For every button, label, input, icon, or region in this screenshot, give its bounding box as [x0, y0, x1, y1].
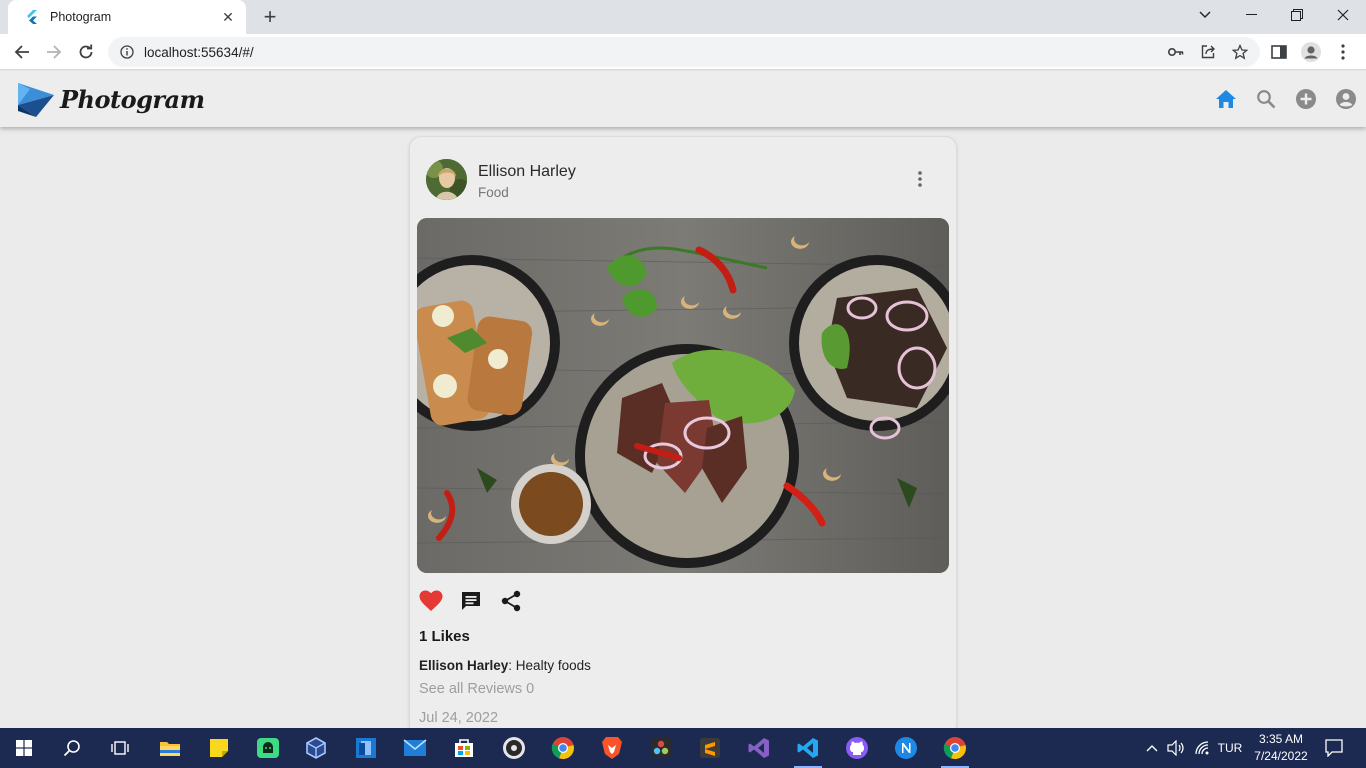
- show-hidden-icons-chevron-icon[interactable]: [1144, 738, 1160, 758]
- unity-hub-icon[interactable]: [346, 732, 386, 764]
- like-heart-icon[interactable]: [418, 588, 444, 614]
- file-explorer-icon[interactable]: [150, 732, 190, 764]
- brave-browser-icon[interactable]: [592, 732, 632, 764]
- windows-start-icon[interactable]: [4, 732, 44, 764]
- back-button[interactable]: [10, 40, 34, 64]
- more-options-icon[interactable]: [910, 167, 930, 191]
- address-bar[interactable]: localhost:55634/#/: [108, 37, 1260, 67]
- chrome-active-icon[interactable]: [935, 732, 975, 768]
- browser-tab[interactable]: Photogram ✕: [8, 0, 246, 34]
- profile-avatar-icon[interactable]: [1299, 40, 1323, 64]
- home-icon[interactable]: [1214, 87, 1238, 111]
- logo-text: Photogram: [60, 84, 205, 114]
- sticky-notes-icon[interactable]: [199, 732, 239, 764]
- volume-icon[interactable]: [1166, 738, 1186, 758]
- microsoft-store-icon[interactable]: [444, 732, 484, 764]
- close-window-button[interactable]: [1320, 0, 1366, 30]
- task-view-icon[interactable]: [100, 732, 140, 764]
- url-text: localhost:55634/#/: [144, 44, 254, 60]
- post-card: Ellison Harley Food 1 Likes Ellison Harl…: [409, 136, 957, 736]
- share-icon[interactable]: [1196, 37, 1220, 67]
- notion-n-icon[interactable]: [886, 732, 926, 764]
- visual-studio-icon[interactable]: [739, 732, 779, 764]
- android-emulator-icon[interactable]: [248, 732, 288, 764]
- post-author-name[interactable]: Ellison Harley: [478, 163, 576, 181]
- password-key-icon[interactable]: [1164, 37, 1188, 67]
- github-desktop-icon[interactable]: [837, 732, 877, 764]
- clock-date: 7/24/2022: [1254, 749, 1308, 763]
- windows-taskbar: TUR 3:35 AM 7/24/2022: [0, 728, 1366, 768]
- taskbar-search-icon[interactable]: [52, 732, 92, 764]
- tab-close-icon[interactable]: ✕: [220, 9, 236, 25]
- add-post-icon[interactable]: [1294, 87, 1318, 111]
- see-all-reviews-link[interactable]: See all Reviews 0: [419, 681, 534, 697]
- account-icon[interactable]: [1334, 87, 1358, 111]
- comment-icon[interactable]: [458, 588, 484, 614]
- browser-menu-icon[interactable]: [1331, 40, 1355, 64]
- new-tab-button[interactable]: +: [258, 6, 282, 28]
- tab-title: Photogram: [50, 10, 112, 24]
- input-language[interactable]: TUR: [1216, 738, 1244, 758]
- taskbar-clock[interactable]: 3:35 AM 7/24/2022: [1244, 731, 1318, 765]
- forward-button[interactable]: [42, 40, 66, 64]
- post-caption: Ellison Harley: Healty foods: [419, 658, 591, 673]
- virtualbox-icon[interactable]: [296, 732, 336, 764]
- tab-search-icon[interactable]: [1182, 0, 1228, 30]
- side-panel-icon[interactable]: [1267, 40, 1291, 64]
- caption-author[interactable]: Ellison Harley: [419, 658, 508, 673]
- caption-text: : Healty foods: [508, 658, 591, 673]
- app-bar: Photogram: [0, 71, 1366, 127]
- restore-button[interactable]: [1274, 0, 1320, 30]
- network-icon[interactable]: [1192, 738, 1212, 758]
- search-icon[interactable]: [1254, 87, 1278, 111]
- sublime-text-icon[interactable]: [690, 732, 730, 764]
- likes-count: 1 Likes: [419, 628, 470, 645]
- minimize-button[interactable]: [1228, 0, 1274, 30]
- post-photo[interactable]: [417, 218, 949, 573]
- clock-time: 3:35 AM: [1258, 732, 1304, 746]
- davinci-resolve-icon[interactable]: [641, 732, 681, 764]
- obs-studio-icon[interactable]: [494, 732, 534, 764]
- logo-prism-icon: [16, 79, 56, 119]
- browser-toolbar: localhost:55634/#/: [0, 34, 1366, 70]
- vscode-icon[interactable]: [788, 732, 828, 768]
- app-logo[interactable]: Photogram: [16, 79, 205, 119]
- reload-button[interactable]: [74, 40, 98, 64]
- mail-icon[interactable]: [395, 732, 435, 764]
- flutter-favicon-icon: [24, 9, 40, 25]
- chrome-icon[interactable]: [543, 732, 583, 764]
- browser-tab-strip: Photogram ✕ +: [0, 0, 1366, 34]
- post-date: Jul 24, 2022: [419, 710, 499, 726]
- notification-center-icon[interactable]: [1322, 738, 1346, 758]
- bookmark-star-icon[interactable]: [1228, 37, 1252, 67]
- post-category: Food: [478, 185, 509, 200]
- site-info-icon[interactable]: [120, 45, 134, 59]
- share-post-icon[interactable]: [498, 588, 524, 614]
- author-avatar[interactable]: [426, 159, 467, 200]
